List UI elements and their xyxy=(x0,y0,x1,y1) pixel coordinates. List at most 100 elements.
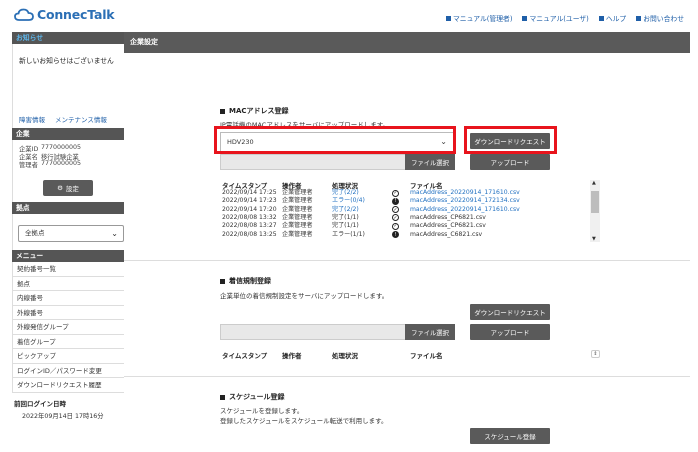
table-row: 2022/08/08 13:25 企業管理者 エラー(1/1)! macAddress… xyxy=(222,231,540,239)
mac-file-path-field[interactable] xyxy=(220,154,406,170)
manual-admin-link[interactable]: マニュアル(管理者) xyxy=(446,13,512,23)
col-status: 処理状況 xyxy=(332,352,358,360)
schedule-section-title: スケジュール登録 xyxy=(220,392,285,402)
link-label: マニュアル(管理者) xyxy=(453,15,513,23)
company-panel: 企業ID 7770000005 企業名 移行試験企業 管理者 7770000005 ⚙… xyxy=(12,140,130,202)
square-bullet-icon xyxy=(636,15,642,21)
square-bullet-icon xyxy=(598,15,604,21)
main-content: 企業設定 MACアドレス登録 IP電話機のMACアドレスをサーバにアップロードし… xyxy=(124,32,690,452)
incoming-section-title: 着信規制登録 xyxy=(220,276,271,286)
error-icon: ! xyxy=(392,197,399,205)
row-timestamp: 2022/08/08 13:32 xyxy=(222,213,277,221)
row-operator: 企業管理者 xyxy=(282,230,313,238)
schedule-desc-2: 登録したスケジュールをスケジュール転送で利用します。 xyxy=(220,417,388,425)
highlight-box-select xyxy=(214,126,456,154)
link-label: マニュアル(ユーザ) xyxy=(529,15,589,23)
square-bullet-icon xyxy=(220,108,225,114)
row-operator: 企業管理者 xyxy=(282,189,313,196)
row-filename[interactable]: macAddress_20220914_171610.csv xyxy=(410,189,540,197)
row-filename: macAddress_CP6821.csv xyxy=(410,222,486,230)
notice-text: 新しいお知らせはございません xyxy=(19,57,114,65)
last-login-value: 2022年09月14日 17時16分 xyxy=(22,413,104,420)
row-status[interactable]: エラー(0/4) xyxy=(332,197,392,205)
row-status: 完了(1/1) xyxy=(332,213,359,221)
row-operator: 企業管理者 xyxy=(282,197,313,205)
menu-item-outgoing-groups[interactable]: 外線発信グループ xyxy=(12,320,130,335)
mac-file-select-button[interactable]: ファイル選択 xyxy=(405,154,455,170)
link-label: お問い合わせ xyxy=(643,15,684,23)
menu-item-contract-numbers[interactable]: 契約番号一覧 xyxy=(12,262,130,277)
menu-item-bases[interactable]: 拠点 xyxy=(12,276,130,291)
last-login-title: 前回ログイン日時 xyxy=(14,400,66,408)
mac-upload-button[interactable]: アップロード xyxy=(470,154,550,170)
square-bullet-icon xyxy=(220,394,225,400)
table-row: 2022/08/08 13:27 企業管理者 完了(1/1) ✓ macAddress_… xyxy=(222,222,540,230)
base-select-value: 全拠点 xyxy=(25,229,45,237)
logo-text: ConnecTalk xyxy=(37,7,115,22)
sidebar: お知らせ 新しいお知らせはございません 障害情報 メンテナンス情報 企業 企業I… xyxy=(12,32,130,452)
notice-links: 障害情報 メンテナンス情報 xyxy=(19,114,107,124)
chevron-down-icon: ⌄ xyxy=(111,229,118,238)
incoming-title: 着信規制登録 xyxy=(229,277,271,285)
incoming-file-select-button[interactable]: ファイル選択 xyxy=(405,324,455,340)
notice-panel: 新しいお知らせはございません 障害情報 メンテナンス情報 xyxy=(12,44,130,128)
admin-row: 管理者 7770000005 xyxy=(19,160,81,169)
menu-item-password-change[interactable]: ログインID／パスワード変更 xyxy=(12,363,130,378)
maintenance-info-link[interactable]: メンテナンス情報 xyxy=(55,114,107,124)
manual-user-link[interactable]: マニュアル(ユーザ) xyxy=(522,13,589,23)
menu-item-incoming-groups[interactable]: 着信グループ xyxy=(12,334,130,349)
row-status[interactable]: 完了(2/2) xyxy=(332,206,392,214)
scroll-thumb[interactable] xyxy=(591,191,599,213)
company-heading: 企業 xyxy=(12,128,130,140)
row-operator: 企業管理者 xyxy=(282,222,313,230)
check-circle-icon: ✓ xyxy=(392,206,399,214)
row-filename: macAddress_CP6821.csv xyxy=(410,213,486,221)
incoming-download-request-button[interactable]: ダウンロードリクエスト xyxy=(470,304,550,320)
row-timestamp: 2022/08/08 13:25 xyxy=(222,230,277,238)
menu-heading: メニュー xyxy=(12,250,130,262)
highlight-box-download xyxy=(464,126,557,154)
menu-item-download-history[interactable]: ダウンロードリクエスト履歴 xyxy=(12,378,130,393)
last-login: 前回ログイン日時 2022年09月14日 17時16分 xyxy=(14,398,104,420)
logo[interactable]: ConnecTalk xyxy=(14,7,115,22)
table-row: 2022/09/14 17:23 企業管理者 エラー(0/4)! macAddress… xyxy=(222,197,540,205)
row-timestamp: 2022/09/14 17:25 xyxy=(222,189,277,196)
table-row: 2022/08/08 13:32 企業管理者 完了(1/1) ✓ macAddress_… xyxy=(222,214,540,222)
menu-item-extensions[interactable]: 内線番号 xyxy=(12,291,130,306)
check-circle-icon: ✓ xyxy=(392,214,399,222)
scroll-down-icon[interactable]: ▼ xyxy=(592,236,596,242)
row-operator: 企業管理者 xyxy=(282,213,313,221)
outage-info-link[interactable]: 障害情報 xyxy=(19,114,45,124)
section-divider xyxy=(124,376,690,377)
square-bullet-icon xyxy=(522,15,528,21)
incoming-upload-button[interactable]: アップロード xyxy=(470,324,550,340)
check-circle-icon: ✓ xyxy=(392,189,399,197)
col-filename: ファイル名 xyxy=(410,352,443,360)
sort-icon[interactable]: ⇕ xyxy=(591,350,600,358)
scroll-up-icon[interactable]: ▲ xyxy=(592,180,596,186)
menu-item-pickup[interactable]: ピックアップ xyxy=(12,349,130,364)
row-filename[interactable]: macAddress_20220914_171610.csv xyxy=(410,206,540,214)
row-status: 完了(1/1) xyxy=(332,222,359,230)
help-link[interactable]: ヘルプ xyxy=(598,13,626,23)
mac-table-scrollbar[interactable]: ▲ ▼ xyxy=(590,180,600,242)
menu-list: 契約番号一覧 拠点 内線番号 外線番号 外線発信グループ 着信グループ ピックア… xyxy=(12,262,130,393)
gear-icon: ⚙ xyxy=(57,184,63,192)
incoming-desc: 企業単位の着信規制設定をサーバにアップロードします。 xyxy=(220,292,389,300)
contact-link[interactable]: お問い合わせ xyxy=(636,13,684,23)
incoming-file-path-field[interactable] xyxy=(220,324,406,340)
notice-heading: お知らせ xyxy=(12,32,130,44)
row-timestamp: 2022/09/14 17:20 xyxy=(222,205,277,213)
row-filename: macAddress_C6821.csv xyxy=(410,230,483,238)
col-timestamp: タイムスタンプ xyxy=(222,352,268,360)
page-title: 企業設定 xyxy=(124,32,690,53)
schedule-register-button[interactable]: スケジュール登録 xyxy=(470,428,550,444)
mac-title: MACアドレス登録 xyxy=(229,107,289,115)
menu-item-external-numbers[interactable]: 外線番号 xyxy=(12,305,130,320)
table-row: 2022/09/14 17:20 企業管理者 完了(2/2) ✓ macAddress_… xyxy=(222,206,540,214)
cloud-logo-icon xyxy=(14,8,34,21)
settings-button[interactable]: ⚙ 設定 xyxy=(43,180,93,196)
row-filename[interactable]: macAddress_20220914_172134.csv xyxy=(410,197,540,205)
row-status[interactable]: 完了(2/2) xyxy=(332,189,392,197)
base-select[interactable]: 全拠点 ⌄ xyxy=(18,225,124,242)
